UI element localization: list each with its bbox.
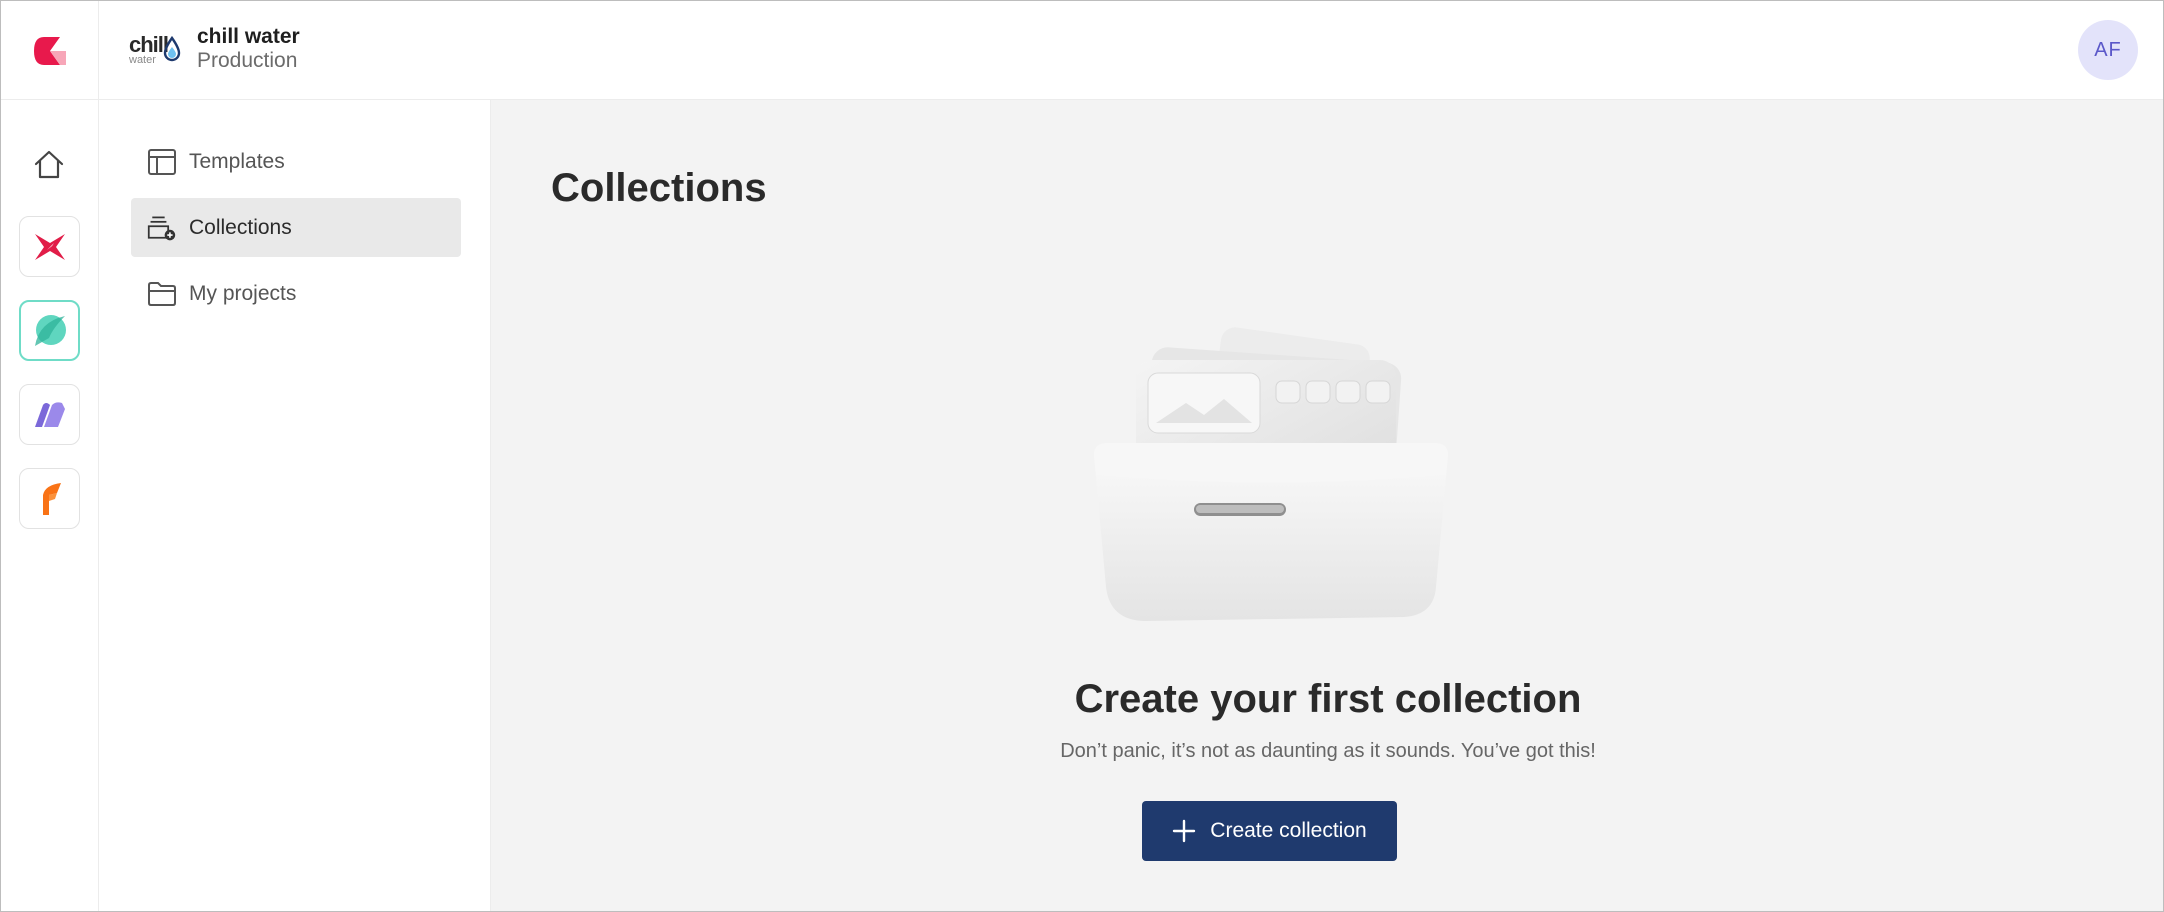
purple-book-app-icon	[34, 401, 65, 427]
page-title: Collections	[551, 166, 767, 210]
create-collection-button[interactable]: Create collection	[1142, 801, 1397, 861]
collections-icon	[147, 213, 177, 243]
home-icon	[34, 150, 64, 179]
nav-item-my-projects[interactable]: My projects	[131, 264, 461, 323]
section-nav: Templates Collections My projects	[99, 100, 491, 911]
create-collection-label: Create collection	[1210, 819, 1367, 842]
teal-leaf-app-icon	[34, 314, 66, 346]
workspace-environment: Production	[197, 49, 298, 72]
template-icon	[147, 147, 177, 177]
workspace-logo-subtext: water	[129, 54, 156, 66]
water-drop-icon	[163, 36, 181, 62]
workspace-name: chill water	[197, 25, 300, 48]
user-avatar[interactable]: AF	[2078, 20, 2138, 80]
rail-app-leaf[interactable]	[19, 300, 80, 361]
pink-star-app-icon	[34, 233, 65, 260]
rail-app-star[interactable]	[19, 216, 80, 277]
nav-item-collections[interactable]: Collections	[131, 198, 461, 257]
app-window: chill water chill water Production AF Te…	[0, 0, 2164, 912]
workspace-brand[interactable]: chill water chill water Production	[127, 25, 300, 73]
nav-item-templates[interactable]: Templates	[131, 132, 461, 191]
app-logo[interactable]	[1, 1, 99, 100]
nav-item-label: Collections	[189, 215, 292, 239]
empty-state-subtitle: Don’t panic, it’s not as daunting as it …	[1060, 740, 1596, 762]
main-content: Collections Create your first collection…	[491, 100, 2163, 911]
folder-icon	[147, 279, 177, 309]
empty-state-title: Create your first collection	[1074, 677, 1582, 721]
rail-home[interactable]	[30, 146, 68, 184]
nav-item-label: My projects	[189, 281, 297, 305]
plus-icon	[1172, 819, 1196, 843]
empty-box-illustration	[1086, 325, 1456, 630]
orange-flame-app-icon	[42, 482, 61, 515]
workspace-logo: chill water	[127, 26, 183, 72]
rail-app-flame[interactable]	[19, 468, 80, 529]
top-bar: chill water chill water Production AF	[1, 1, 2163, 100]
nav-item-label: Templates	[189, 149, 285, 173]
app-logo-icon	[33, 36, 66, 65]
rail-app-book[interactable]	[19, 384, 80, 445]
app-rail	[1, 100, 99, 911]
